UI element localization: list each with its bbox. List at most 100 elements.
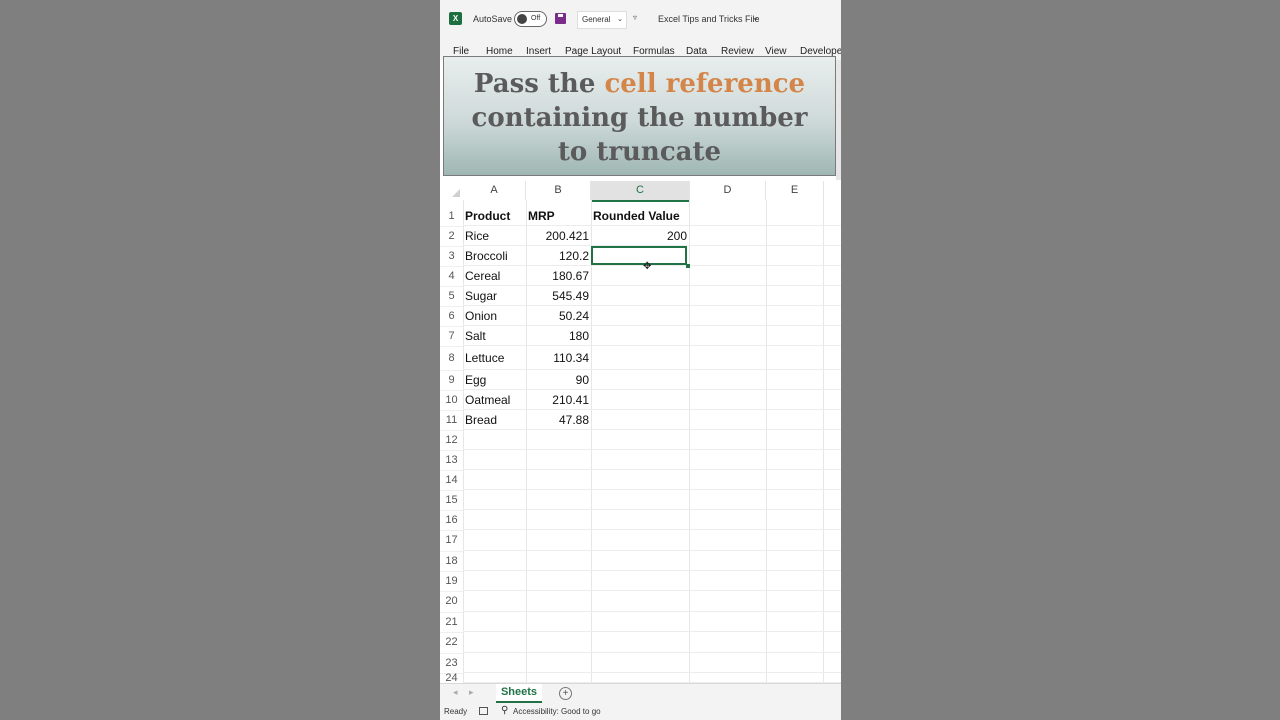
cell-b15[interactable] (528, 490, 589, 510)
cell-a17[interactable] (465, 530, 525, 551)
row-header[interactable]: 9 (440, 370, 463, 391)
column-header-a[interactable]: A (463, 181, 526, 200)
row-header[interactable]: 2 (440, 226, 463, 247)
cell-b5[interactable]: 545.49 (528, 286, 589, 306)
select-all-corner[interactable] (443, 181, 463, 200)
cell-c17[interactable] (593, 530, 687, 551)
cell-b1[interactable]: MRP (528, 206, 589, 226)
number-format-dropdown[interactable]: General ⌄ (577, 11, 627, 29)
customize-qat-icon[interactable]: ▿ (633, 13, 637, 22)
file-title[interactable]: Excel Tips and Tricks File (658, 14, 760, 24)
row-header[interactable]: 14 (440, 470, 463, 491)
row-header[interactable]: 23 (440, 653, 463, 674)
cell-c23[interactable] (593, 653, 687, 673)
cell-c9[interactable] (593, 370, 687, 390)
cell-a7[interactable]: Salt (465, 326, 525, 346)
cell-b2[interactable]: 200.421 (528, 226, 589, 246)
cell-b9[interactable]: 90 (528, 370, 589, 390)
row-header[interactable]: 10 (440, 390, 463, 411)
row-header[interactable]: 5 (440, 286, 463, 307)
cell-c12[interactable] (593, 430, 687, 450)
row-header[interactable]: 4 (440, 266, 463, 287)
row-header[interactable]: 22 (440, 632, 463, 654)
cell-b23[interactable] (528, 653, 589, 673)
cell-b3[interactable]: 120.2 (528, 246, 589, 266)
cell-a14[interactable] (465, 470, 525, 490)
cell-mode-icon[interactable] (479, 707, 488, 715)
column-header-d[interactable]: D (690, 181, 766, 200)
selected-cell-c3[interactable] (591, 246, 687, 265)
cell-a16[interactable] (465, 510, 525, 530)
cell-b24[interactable] (528, 673, 589, 683)
cell-a21[interactable] (465, 612, 525, 632)
cell-b22[interactable] (528, 632, 589, 653)
column-header-e[interactable]: E (766, 181, 824, 200)
cell-a4[interactable]: Cereal (465, 266, 525, 286)
column-header-c[interactable]: C (591, 181, 690, 202)
cell-a9[interactable]: Egg (465, 370, 525, 390)
cell-b4[interactable]: 180.67 (528, 266, 589, 286)
cell-a8[interactable]: Lettuce (465, 346, 525, 370)
cell-c20[interactable] (593, 591, 687, 612)
cell-a10[interactable]: Oatmeal (465, 390, 525, 410)
cell-b20[interactable] (528, 591, 589, 612)
cell-a11[interactable]: Bread (465, 410, 525, 430)
cell-c5[interactable] (593, 286, 687, 306)
cell-c15[interactable] (593, 490, 687, 510)
cell-c2[interactable]: 200 (593, 226, 687, 246)
row-header[interactable]: 18 (440, 551, 463, 572)
fill-handle[interactable] (686, 264, 690, 268)
next-sheet-icon[interactable]: ▸ (469, 687, 474, 698)
cell-b19[interactable] (528, 571, 589, 591)
cell-b7[interactable]: 180 (528, 326, 589, 346)
cell-c6[interactable] (593, 306, 687, 326)
cell-b11[interactable]: 47.88 (528, 410, 589, 430)
row-header[interactable]: 20 (440, 591, 463, 613)
row-header[interactable]: 3 (440, 246, 463, 267)
cell-c11[interactable] (593, 410, 687, 430)
cell-a1[interactable]: Product (465, 206, 525, 226)
cell-c24[interactable] (593, 673, 687, 683)
autosave-toggle[interactable]: Off (514, 11, 547, 27)
cell-b16[interactable] (528, 510, 589, 530)
cell-b14[interactable] (528, 470, 589, 490)
row-header[interactable]: 17 (440, 530, 463, 552)
cell-a2[interactable]: Rice (465, 226, 525, 246)
cell-a23[interactable] (465, 653, 525, 673)
cell-c19[interactable] (593, 571, 687, 591)
add-sheet-icon[interactable]: + (559, 687, 572, 700)
accessibility-icon[interactable]: ⚲ (501, 705, 508, 716)
cell-a18[interactable] (465, 551, 525, 571)
chevron-down-icon[interactable]: ⌄ (752, 13, 759, 22)
row-header[interactable]: 8 (440, 346, 463, 371)
cell-c10[interactable] (593, 390, 687, 410)
row-header[interactable]: 6 (440, 306, 463, 327)
save-icon[interactable] (555, 13, 566, 24)
prev-sheet-icon[interactable]: ◂ (453, 687, 458, 698)
row-header[interactable]: 11 (440, 410, 463, 431)
row-header[interactable]: 21 (440, 612, 463, 633)
cell-a22[interactable] (465, 632, 525, 653)
cell-c4[interactable] (593, 266, 687, 286)
row-header[interactable]: 12 (440, 430, 463, 451)
cell-c21[interactable] (593, 612, 687, 632)
cell-b10[interactable]: 210.41 (528, 390, 589, 410)
cell-a3[interactable]: Broccoli (465, 246, 525, 266)
cell-a12[interactable] (465, 430, 525, 450)
cell-b12[interactable] (528, 430, 589, 450)
cell-c14[interactable] (593, 470, 687, 490)
cell-a5[interactable]: Sugar (465, 286, 525, 306)
cell-c13[interactable] (593, 450, 687, 470)
row-header[interactable]: 1 (440, 206, 463, 227)
cell-b13[interactable] (528, 450, 589, 470)
column-header-b[interactable]: B (526, 181, 591, 200)
row-header[interactable]: 7 (440, 326, 463, 347)
cell-a19[interactable] (465, 571, 525, 591)
cell-b18[interactable] (528, 551, 589, 571)
cell-c18[interactable] (593, 551, 687, 571)
cell-b6[interactable]: 50.24 (528, 306, 589, 326)
row-header[interactable]: 16 (440, 510, 463, 531)
cell-b8[interactable]: 110.34 (528, 346, 589, 370)
cell-c22[interactable] (593, 632, 687, 653)
cell-a15[interactable] (465, 490, 525, 510)
